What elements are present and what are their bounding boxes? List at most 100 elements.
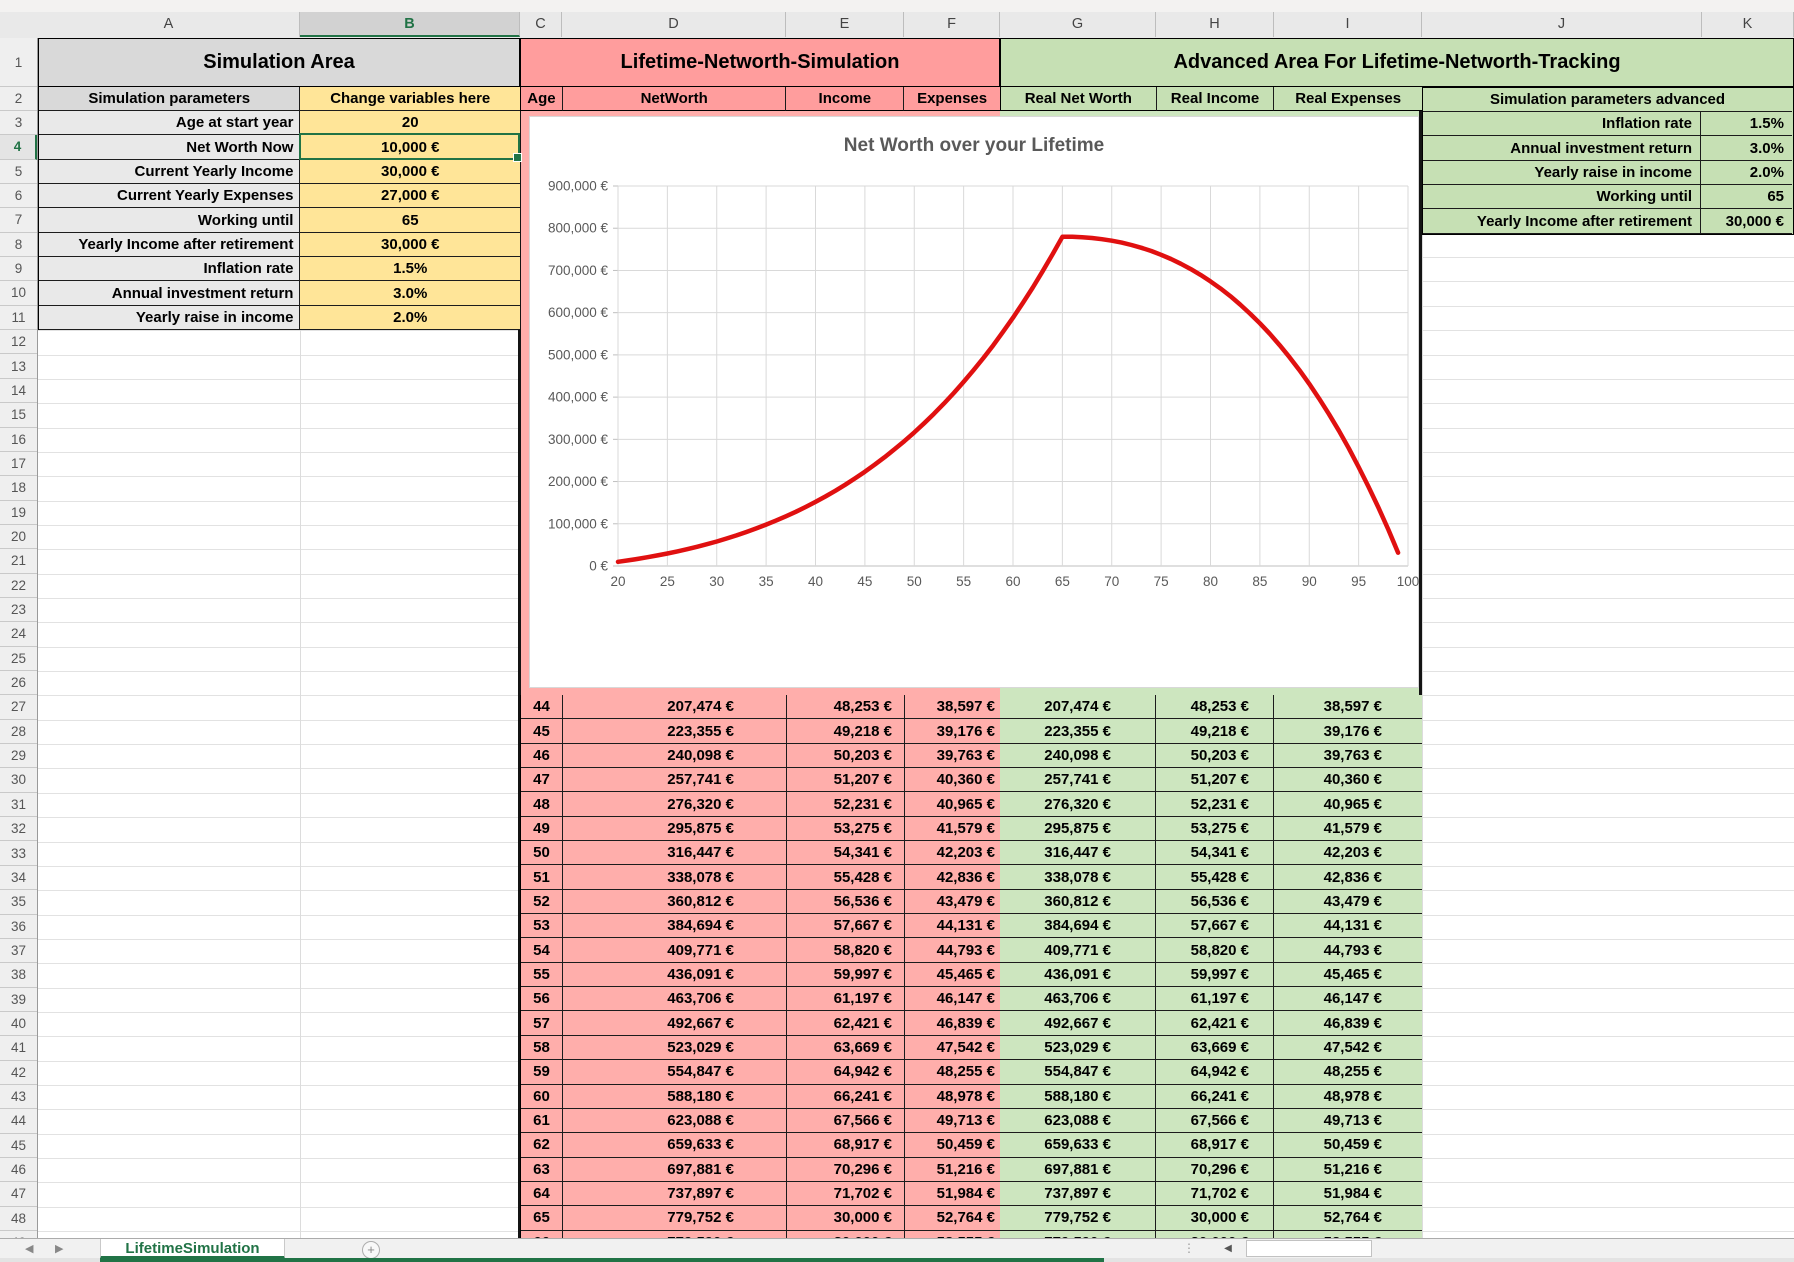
- table-header-real-income[interactable]: Real Income: [1157, 87, 1275, 111]
- real-networth-cell[interactable]: 59,997 €: [1156, 963, 1274, 987]
- networth-cell[interactable]: 409,771 €: [563, 938, 787, 962]
- column-header-H[interactable]: H: [1156, 12, 1274, 37]
- row-header-46[interactable]: 46: [0, 1158, 37, 1182]
- row-header-24[interactable]: 24: [0, 622, 37, 646]
- row-header-12[interactable]: 12: [0, 330, 37, 354]
- param-label-cell[interactable]: Current Yearly Income: [39, 160, 300, 184]
- real-networth-cell[interactable]: 49,218 €: [1156, 719, 1274, 743]
- real-networth-cell[interactable]: 51,216 €: [1274, 1158, 1422, 1182]
- networth-cell[interactable]: 64,942 €: [787, 1060, 905, 1084]
- row-header-7[interactable]: 7: [0, 208, 37, 232]
- real-networth-cell[interactable]: 409,771 €: [1000, 938, 1156, 962]
- real-networth-cell[interactable]: 276,320 €: [1000, 792, 1156, 816]
- real-networth-cell[interactable]: 45,465 €: [1274, 963, 1422, 987]
- real-networth-cell[interactable]: 47,542 €: [1274, 1036, 1422, 1060]
- networth-cell[interactable]: 39,176 €: [905, 719, 1001, 743]
- real-networth-cell[interactable]: 56,536 €: [1156, 890, 1274, 914]
- table-header-real-expenses[interactable]: Real Expenses: [1274, 87, 1422, 111]
- networth-cell[interactable]: 49,218 €: [787, 719, 905, 743]
- row-header-38[interactable]: 38: [0, 963, 37, 987]
- networth-cell[interactable]: 55,428 €: [787, 865, 905, 889]
- networth-cell[interactable]: 52,764 €: [905, 1206, 1001, 1230]
- networth-cell[interactable]: 50,203 €: [787, 744, 905, 768]
- real-networth-cell[interactable]: 523,029 €: [1000, 1036, 1156, 1060]
- real-networth-cell[interactable]: 53,555 €: [1274, 1231, 1422, 1238]
- networth-cell[interactable]: 52: [521, 890, 563, 914]
- row-header-45[interactable]: 45: [0, 1134, 37, 1158]
- networth-cell[interactable]: 588,180 €: [563, 1085, 787, 1109]
- real-networth-cell[interactable]: 70,296 €: [1156, 1158, 1274, 1182]
- real-networth-cell[interactable]: 61,197 €: [1156, 987, 1274, 1011]
- param-value-cell[interactable]: 20: [300, 111, 520, 135]
- param-label-cell[interactable]: Yearly Income after retirement: [39, 233, 300, 257]
- row-header-8[interactable]: 8: [0, 233, 37, 257]
- table-header-expenses[interactable]: Expenses: [904, 87, 1000, 111]
- networth-cell[interactable]: 46: [521, 744, 563, 768]
- networth-cell[interactable]: 56,536 €: [787, 890, 905, 914]
- networth-cell[interactable]: 67,566 €: [787, 1109, 905, 1133]
- row-header-2[interactable]: 2: [0, 87, 37, 111]
- row-header-35[interactable]: 35: [0, 890, 37, 914]
- table-header-real-net-worth[interactable]: Real Net Worth: [1001, 87, 1157, 111]
- param-label-cell[interactable]: Working until: [39, 208, 300, 232]
- networth-cell[interactable]: 50,459 €: [905, 1133, 1001, 1157]
- networth-cell[interactable]: 64: [521, 1182, 563, 1206]
- column-header-J[interactable]: J: [1422, 12, 1702, 37]
- networth-cell[interactable]: 51,207 €: [787, 768, 905, 792]
- real-networth-cell[interactable]: 40,360 €: [1274, 768, 1422, 792]
- param-label-cell[interactable]: Net Worth Now: [39, 135, 300, 159]
- networth-cell[interactable]: 53: [521, 914, 563, 938]
- networth-cell[interactable]: 51: [521, 865, 563, 889]
- real-networth-cell[interactable]: 659,633 €: [1000, 1133, 1156, 1157]
- row-header-44[interactable]: 44: [0, 1109, 37, 1133]
- networth-cell[interactable]: 48,978 €: [905, 1085, 1001, 1109]
- advanced-param-label-cell[interactable]: Yearly Income after retirement: [1423, 209, 1701, 233]
- advanced-param-label-cell[interactable]: Inflation rate: [1423, 112, 1701, 136]
- advanced-param-value-cell[interactable]: 30,000 €: [1701, 209, 1792, 233]
- row-header-10[interactable]: 10: [0, 281, 37, 305]
- real-networth-cell[interactable]: 44,793 €: [1274, 938, 1422, 962]
- networth-cell[interactable]: 56: [521, 987, 563, 1011]
- row-header-42[interactable]: 42: [0, 1061, 37, 1085]
- advanced-param-label-cell[interactable]: Yearly raise in income: [1423, 161, 1701, 185]
- change-variables-header-cell[interactable]: Change variables here: [300, 87, 520, 111]
- networth-cell[interactable]: 463,706 €: [563, 987, 787, 1011]
- real-networth-cell[interactable]: 52,764 €: [1274, 1206, 1422, 1230]
- real-networth-cell[interactable]: 50,203 €: [1156, 744, 1274, 768]
- chart[interactable]: Net Worth over your Lifetime 0 €100,000 …: [529, 116, 1419, 688]
- row-header-13[interactable]: 13: [0, 355, 37, 379]
- networth-cell[interactable]: 61,197 €: [787, 987, 905, 1011]
- networth-cell[interactable]: 316,447 €: [563, 841, 787, 865]
- row-header-30[interactable]: 30: [0, 768, 37, 792]
- real-networth-cell[interactable]: 39,176 €: [1274, 719, 1422, 743]
- real-networth-cell[interactable]: 779,752 €: [1000, 1206, 1156, 1230]
- real-networth-cell[interactable]: 30,000 €: [1156, 1206, 1274, 1230]
- networth-cell[interactable]: 60: [521, 1085, 563, 1109]
- row-header-28[interactable]: 28: [0, 720, 37, 744]
- real-networth-cell[interactable]: 779,590 €: [1000, 1231, 1156, 1238]
- row-header-20[interactable]: 20: [0, 525, 37, 549]
- networth-cell[interactable]: 41,579 €: [905, 817, 1001, 841]
- param-value-cell[interactable]: 30,000 €: [300, 233, 520, 257]
- simulation-parameters-header-cell[interactable]: Simulation parameters: [39, 87, 300, 111]
- real-networth-cell[interactable]: 44,131 €: [1274, 914, 1422, 938]
- networth-cell[interactable]: 49,713 €: [905, 1109, 1001, 1133]
- real-networth-cell[interactable]: 48,253 €: [1156, 695, 1274, 719]
- real-networth-cell[interactable]: 240,098 €: [1000, 744, 1156, 768]
- networth-cell[interactable]: 384,694 €: [563, 914, 787, 938]
- tab-scroll-divider-icon[interactable]: ⋮: [1183, 1241, 1195, 1255]
- advanced-param-value-cell[interactable]: 1.5%: [1701, 112, 1792, 136]
- param-label-cell[interactable]: Age at start year: [39, 111, 300, 135]
- networth-cell[interactable]: 70,296 €: [787, 1158, 905, 1182]
- networth-cell[interactable]: 737,897 €: [563, 1182, 787, 1206]
- hscroll-thumb[interactable]: [1246, 1240, 1372, 1257]
- networth-cell[interactable]: 59: [521, 1060, 563, 1084]
- networth-cell[interactable]: 240,098 €: [563, 744, 787, 768]
- real-networth-cell[interactable]: 30,000 €: [1156, 1231, 1274, 1238]
- networth-cell[interactable]: 52,231 €: [787, 792, 905, 816]
- row-header-22[interactable]: 22: [0, 574, 37, 598]
- real-networth-cell[interactable]: 41,579 €: [1274, 817, 1422, 841]
- real-networth-cell[interactable]: 492,667 €: [1000, 1011, 1156, 1035]
- networth-cell[interactable]: 40,360 €: [905, 768, 1001, 792]
- real-networth-cell[interactable]: 338,078 €: [1000, 865, 1156, 889]
